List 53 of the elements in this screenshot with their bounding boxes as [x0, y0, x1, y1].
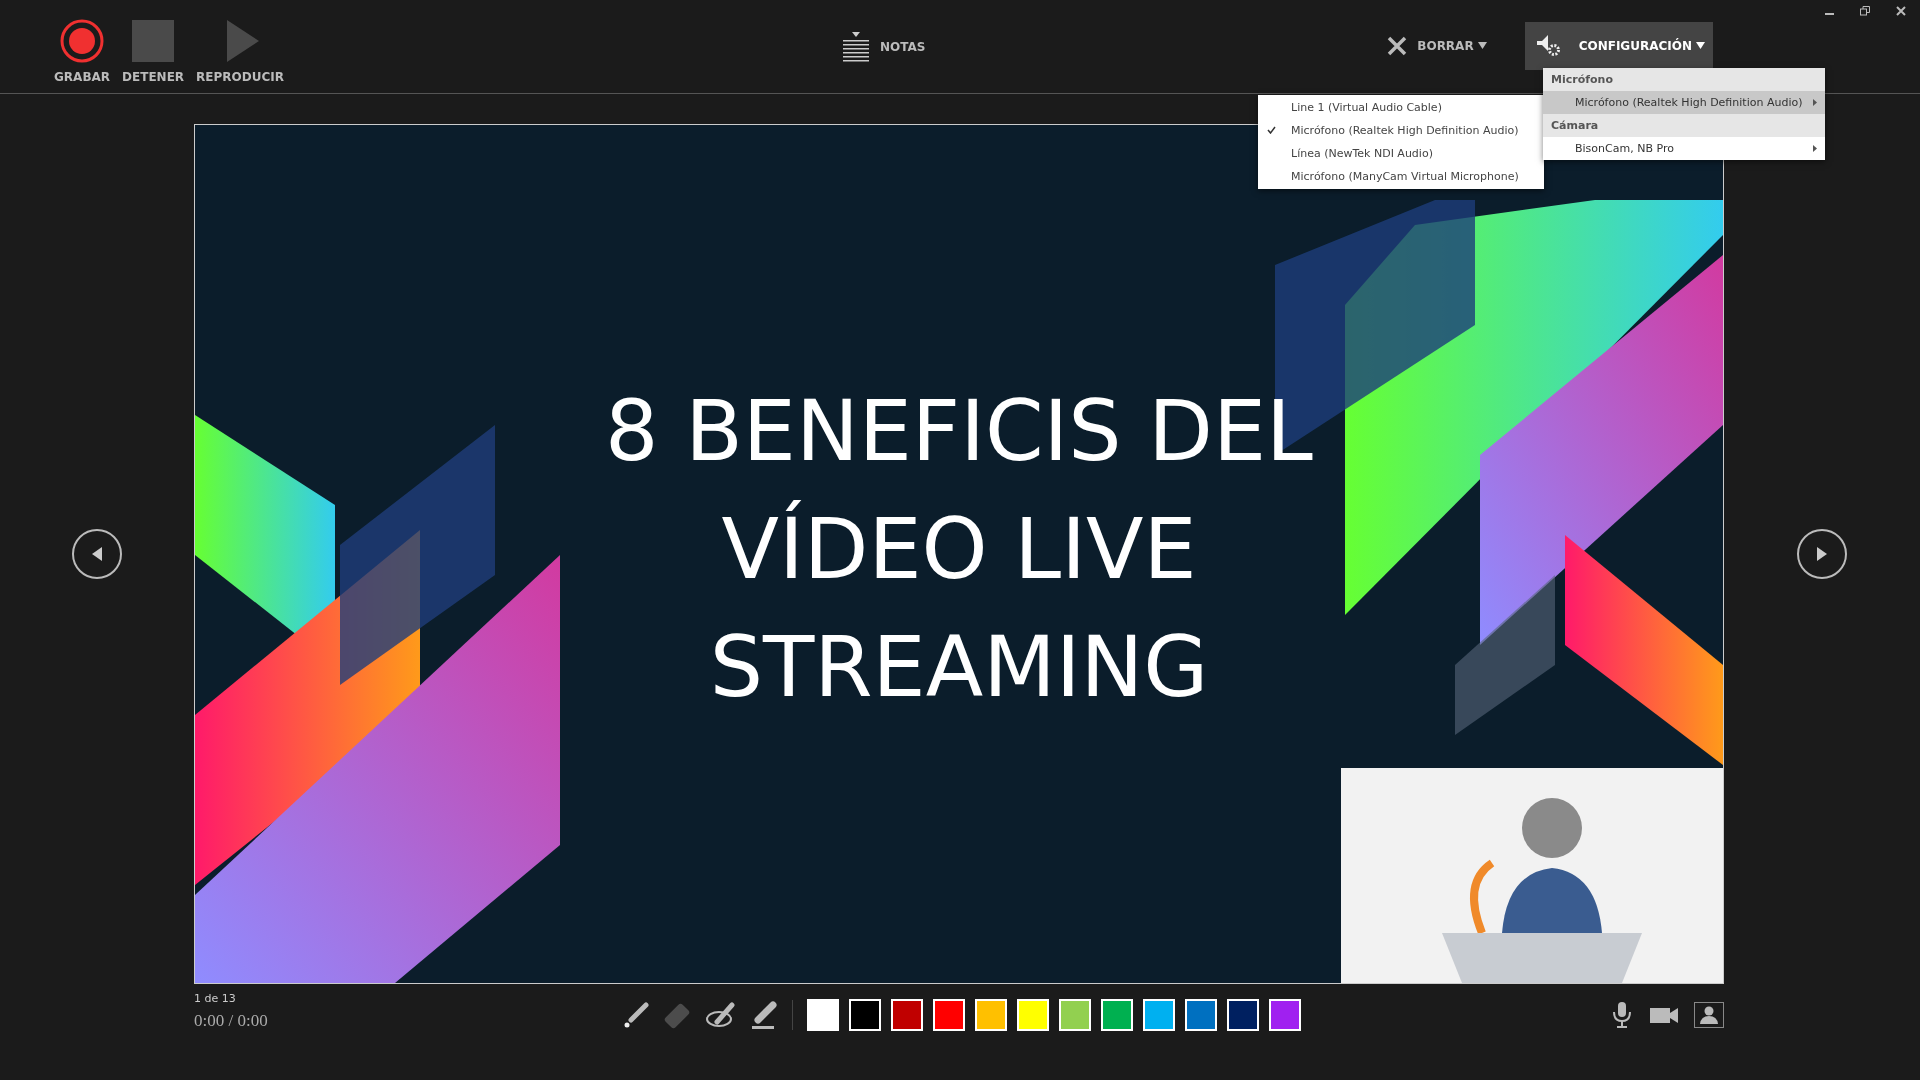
speaker-gear-icon — [1536, 34, 1561, 57]
color-swatch[interactable] — [1184, 999, 1217, 1031]
caret-icon — [1696, 42, 1705, 49]
minimize-icon — [1825, 13, 1834, 15]
microphone-icon — [1612, 1001, 1632, 1029]
stop-icon — [130, 18, 177, 64]
menu-section-heading: Cámara — [1543, 114, 1825, 137]
close-button[interactable] — [1894, 4, 1908, 18]
play-button[interactable]: REPRODUCIR — [192, 18, 288, 84]
slide-counter: 1 de 13 — [194, 992, 237, 1005]
color-swatch[interactable] — [890, 999, 923, 1031]
microphone-button[interactable] — [1610, 999, 1634, 1031]
record-icon — [59, 18, 106, 64]
previous-slide-button[interactable] — [72, 529, 122, 579]
clear-button[interactable]: BORRAR — [1375, 35, 1499, 56]
restore-button[interactable] — [1858, 4, 1872, 18]
stop-button[interactable]: DETENER — [118, 18, 189, 84]
color-swatch[interactable] — [1058, 999, 1091, 1031]
microphone-option[interactable]: Línea (NewTek NDI Audio) — [1258, 142, 1544, 165]
microphone-option[interactable]: Micrófono (ManyCam Virtual Microphone) — [1258, 165, 1544, 188]
color-swatch[interactable] — [1100, 999, 1133, 1031]
color-swatch[interactable] — [806, 999, 839, 1031]
checkmark-icon — [1267, 126, 1276, 134]
color-swatch[interactable] — [974, 999, 1007, 1031]
notes-button[interactable]: NOTAS — [830, 31, 938, 62]
menu-section-heading: Micrófono — [1543, 68, 1825, 91]
submenu-arrow-icon — [1813, 145, 1817, 152]
pen-icon — [704, 1000, 737, 1030]
color-swatch[interactable] — [1016, 999, 1049, 1031]
right-triangle-icon — [1815, 546, 1829, 562]
microphone-option[interactable]: Micrófono (Realtek High Definition Audio) — [1258, 119, 1544, 142]
caret-icon — [1477, 42, 1487, 49]
next-slide-button[interactable] — [1797, 529, 1847, 579]
slide-title: 8 BENEFICIS DEL VÍDEO LIVE STREAMING — [605, 381, 1313, 718]
close-icon — [1387, 35, 1408, 56]
notes-icon — [842, 31, 870, 62]
camera-preview-button[interactable] — [1694, 1002, 1724, 1028]
color-swatch[interactable] — [1268, 999, 1301, 1031]
microphone-option[interactable]: Line 1 (Virtual Audio Cable) — [1258, 96, 1544, 119]
color-swatch[interactable] — [1226, 999, 1259, 1031]
color-swatch[interactable] — [848, 999, 881, 1031]
color-swatch[interactable] — [1142, 999, 1175, 1031]
close-icon — [1896, 6, 1906, 16]
menu-item[interactable]: Micrófono (Realtek High Definition Audio) — [1543, 91, 1825, 114]
color-swatch[interactable] — [932, 999, 965, 1031]
submenu-arrow-icon — [1813, 99, 1817, 106]
settings-button[interactable]: CONFIGURACIÓN — [1524, 21, 1713, 70]
left-triangle-icon — [90, 546, 104, 562]
person-icon — [1697, 1005, 1721, 1025]
restore-icon — [1860, 6, 1870, 16]
record-button[interactable]: GRABAR — [50, 18, 115, 84]
playback-time: 0:00 / 0:00 — [194, 1011, 269, 1031]
menu-item[interactable]: BisonCam, NB Pro — [1543, 137, 1825, 160]
